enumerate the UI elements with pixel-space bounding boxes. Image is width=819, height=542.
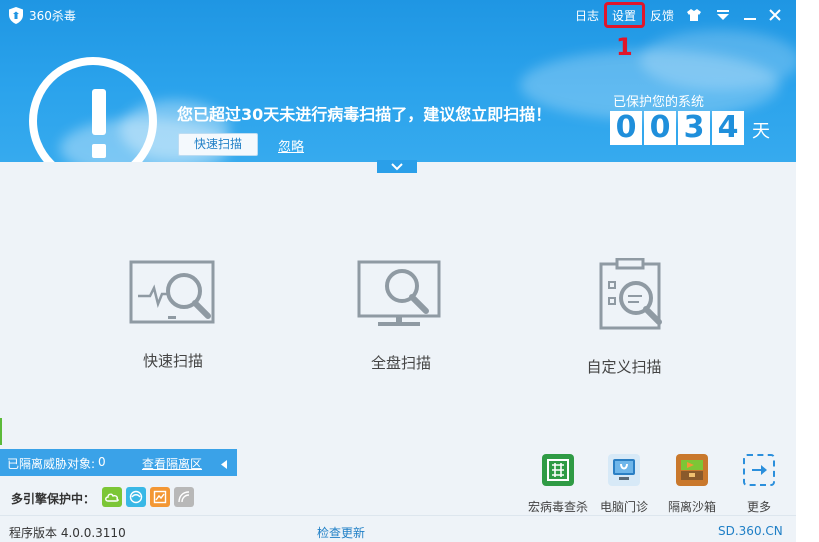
- log-link[interactable]: 日志: [575, 7, 599, 24]
- sandbox-label: 隔离沙箱: [667, 500, 716, 514]
- app-title: 360杀毒: [29, 9, 76, 23]
- pc-clinic-label: 电脑门诊: [599, 500, 648, 514]
- status-bar: 程序版本 4.0.0.3110 检查更新 SD.360.CN: [0, 515, 796, 542]
- protected-days-label: 已保护您的系统: [613, 95, 705, 110]
- day-digit: 4: [712, 111, 744, 145]
- day-digit: 3: [678, 111, 710, 145]
- shield-logo-icon: [8, 7, 24, 24]
- av-engine-icon[interactable]: [126, 487, 146, 507]
- annotation-highlight-box: [604, 2, 645, 28]
- check-update-link[interactable]: 检查更新: [317, 524, 365, 541]
- close-icon[interactable]: [768, 8, 782, 22]
- warning-exclamation-icon: [29, 57, 157, 162]
- collapse-arrow-icon[interactable]: [220, 458, 229, 469]
- quick-scan-button[interactable]: 快速扫描: [178, 133, 258, 156]
- cloud-decoration: [640, 30, 796, 90]
- title-bar: 360杀毒 日志 设置 反馈: [0, 0, 796, 30]
- multi-engine-label: 多引擎保护中：: [11, 492, 96, 506]
- ignore-link[interactable]: 忽略: [278, 136, 304, 155]
- feedback-link[interactable]: 反馈: [650, 7, 674, 24]
- full-scan-option[interactable]: 全盘扫描: [321, 258, 481, 373]
- pc-clinic-tool[interactable]: 电脑门诊: [589, 454, 659, 515]
- custom-scan-option[interactable]: 自定义扫描: [544, 258, 704, 377]
- quarantine-count: 0: [98, 455, 106, 469]
- website-link[interactable]: SD.360.CN: [718, 524, 783, 538]
- protected-days-counter: 0 0 3 4: [610, 111, 746, 145]
- more-tools[interactable]: 更多: [724, 454, 794, 515]
- full-scan-label: 全盘扫描: [370, 354, 431, 372]
- side-indicator: [0, 418, 2, 445]
- quick-scan-label: 快速扫描: [142, 352, 203, 370]
- more-icon: [743, 454, 775, 486]
- header-banner: 360杀毒 日志 设置 反馈 您已超过30天未进行病毒扫描了，建议您立即扫描！ …: [0, 0, 796, 162]
- macro-virus-tool[interactable]: 宏病毒查杀: [523, 454, 593, 515]
- macro-virus-icon: [542, 454, 574, 486]
- pc-clinic-icon: [608, 454, 640, 486]
- alert-headline: 您已超过30天未进行病毒扫描了，建议您立即扫描！: [177, 105, 552, 124]
- menu-dropdown-icon[interactable]: [716, 8, 730, 22]
- cloud-engine-icon[interactable]: [102, 487, 122, 507]
- quick-scan-option[interactable]: 快速扫描: [93, 258, 253, 371]
- minimize-icon[interactable]: [743, 8, 757, 22]
- more-label: 更多: [746, 500, 771, 514]
- engine-icons: [102, 487, 198, 507]
- system-repair-engine-icon[interactable]: [174, 487, 194, 507]
- full-scan-icon: [357, 260, 441, 326]
- sandbox-tool[interactable]: 隔离沙箱: [657, 454, 727, 515]
- expand-chevron-icon[interactable]: [377, 160, 417, 173]
- view-quarantine-link[interactable]: 查看隔离区: [142, 455, 202, 472]
- macro-virus-label: 宏病毒查杀: [527, 500, 588, 514]
- version-text: 程序版本 4.0.0.3110: [9, 526, 126, 540]
- app-window: 360杀毒 日志 设置 反馈 您已超过30天未进行病毒扫描了，建议您立即扫描！ …: [0, 0, 796, 542]
- custom-scan-label: 自定义扫描: [586, 358, 662, 376]
- quarantine-bar: 已隔离威胁对象: 0 查看隔离区: [0, 449, 237, 476]
- skin-shirt-icon[interactable]: [687, 8, 701, 22]
- quick-scan-icon: [129, 260, 215, 324]
- day-digit: 0: [644, 111, 676, 145]
- qvm-engine-icon[interactable]: [150, 487, 170, 507]
- day-digit: 0: [610, 111, 642, 145]
- quarantine-label: 已隔离威胁对象:: [7, 457, 96, 471]
- day-unit-label: 天: [752, 121, 770, 142]
- annotation-number: 1: [616, 33, 633, 61]
- custom-scan-icon: [599, 258, 662, 330]
- sandbox-icon: [676, 454, 708, 486]
